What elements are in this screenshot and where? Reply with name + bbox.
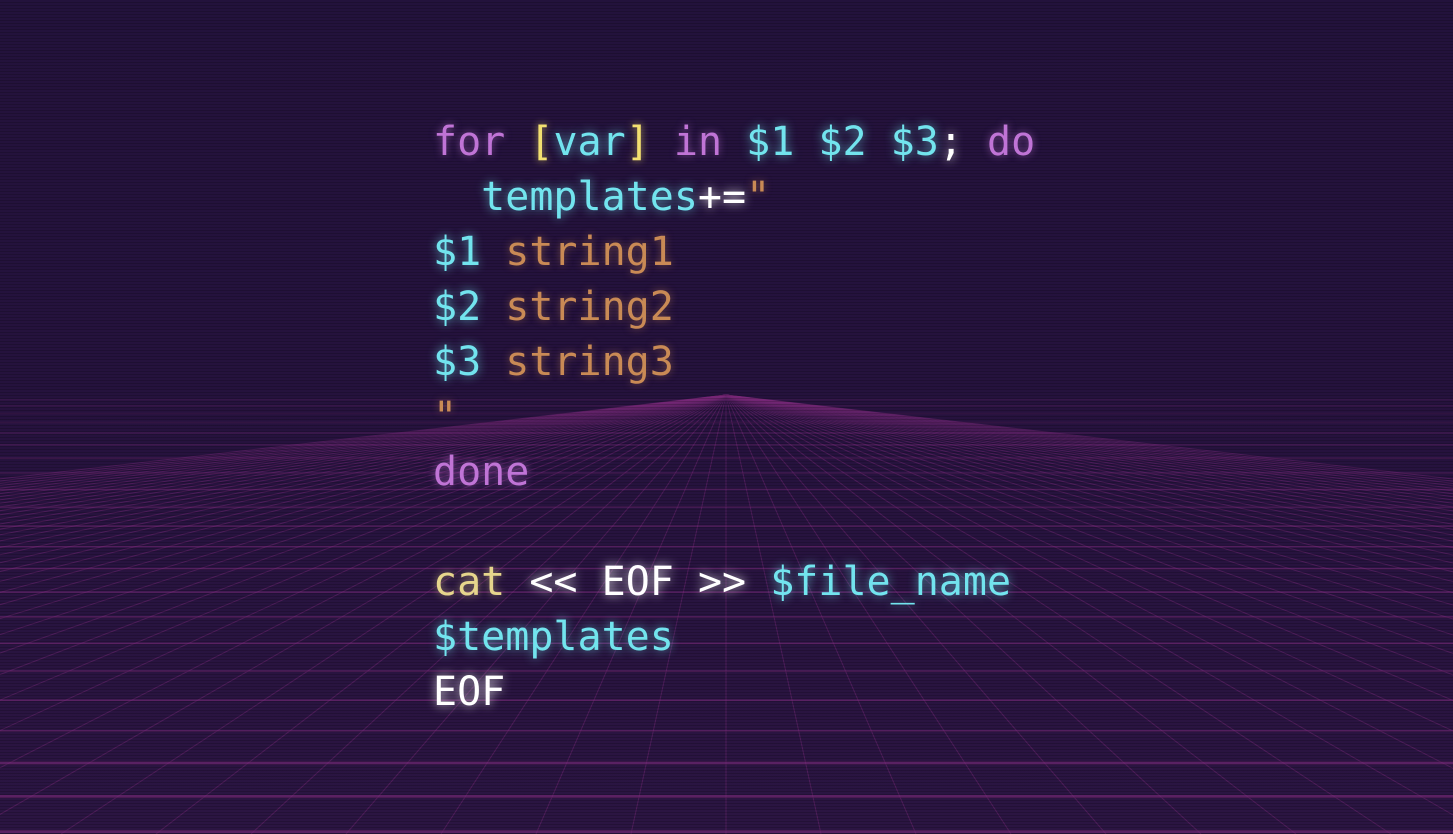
code-line: $templates: [433, 610, 1035, 665]
code-token: $1: [746, 119, 795, 165]
code-token: cat: [433, 559, 506, 605]
code-line: cat << EOF >> $file_name: [433, 555, 1035, 610]
code-token: for: [433, 119, 506, 165]
code-line: $3 string3: [433, 335, 1035, 390]
code-line: $2 string2: [433, 280, 1035, 335]
code-token: [: [529, 119, 554, 165]
code-token: $file_name: [770, 559, 1012, 605]
code-token: string3: [505, 339, 674, 385]
code-token: ": [433, 394, 458, 440]
code-token: +=: [697, 174, 747, 220]
code-line: for [var] in $1 $2 $3; do: [433, 115, 1035, 170]
code-line: $1 string1: [433, 225, 1035, 280]
code-line: ": [433, 390, 1035, 445]
code-block: for [var] in $1 $2 $3; do templates+=" $1…: [433, 115, 1035, 720]
code-token: ;: [938, 119, 963, 165]
code-line: EOF: [433, 665, 1035, 720]
code-token: <<: [529, 559, 578, 605]
code-token: ]: [625, 119, 650, 165]
code-token: done: [433, 449, 530, 495]
code-token: templates: [481, 174, 698, 220]
code-token: do: [987, 119, 1036, 165]
code-token: $templates: [433, 614, 674, 660]
code-token: >>: [697, 559, 747, 605]
code-line: done: [433, 445, 1035, 500]
code-token: in: [673, 119, 723, 165]
code-token: $3: [433, 339, 482, 385]
code-token: EOF: [433, 669, 506, 715]
code-token: $2: [818, 119, 867, 165]
code-token: string1: [505, 229, 674, 275]
code-line: templates+=": [433, 170, 1035, 225]
code-token: EOF: [601, 559, 674, 605]
code-token: ": [746, 174, 771, 220]
code-token: $2: [433, 284, 482, 330]
code-token: $3: [890, 119, 939, 165]
code-token: string2: [505, 284, 674, 330]
code-token: $1: [433, 229, 482, 275]
code-token: var: [553, 119, 626, 165]
